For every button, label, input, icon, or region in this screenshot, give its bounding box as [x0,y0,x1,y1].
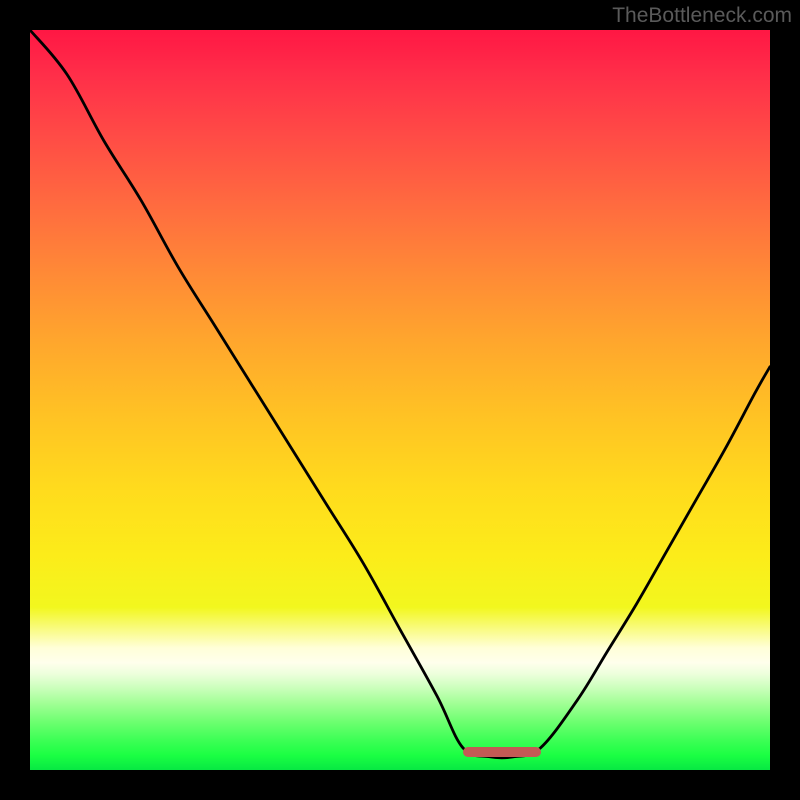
attribution-text: TheBottleneck.com [612,4,792,28]
bottleneck-curve [30,30,770,770]
optimal-range-marker [463,747,541,757]
plot-area [30,30,770,770]
